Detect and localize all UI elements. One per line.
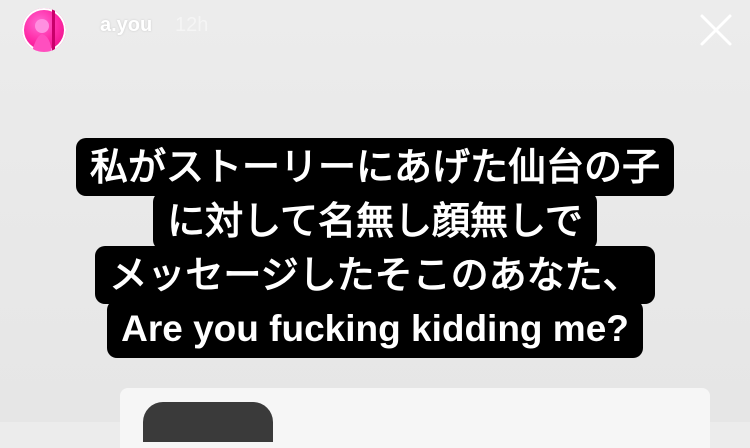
avatar[interactable] — [22, 8, 66, 52]
avatar-figure-icon — [32, 8, 55, 52]
timestamp: 12h — [175, 14, 209, 36]
story-header: a.you 12h — [0, 0, 750, 64]
caption-line-1: 私がストーリーにあげた仙台の子 — [75, 138, 674, 196]
close-icon[interactable] — [696, 10, 736, 50]
caption-line-3: メッセージしたそこのあなた、 — [95, 246, 655, 304]
story-background-shape — [143, 402, 273, 442]
username[interactable]: a.you — [100, 14, 152, 37]
caption-line-2: に対して名無し顔無しで — [153, 192, 597, 250]
caption-line-4: Are you fucking kidding me? — [107, 300, 643, 358]
story-caption: 私がストーリーにあげた仙台の子 に対して名無し顔無しで メッセージしたそこのあな… — [0, 138, 750, 358]
